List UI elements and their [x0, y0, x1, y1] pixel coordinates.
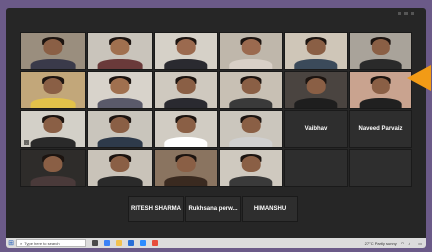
participant-tile[interactable]	[219, 71, 283, 109]
participant-tile-name[interactable]: Rukhsana perw...	[185, 196, 241, 222]
participant-tile[interactable]	[154, 71, 218, 109]
participant-tile[interactable]	[154, 149, 218, 187]
participant-tile[interactable]	[87, 32, 153, 70]
participant-tile[interactable]	[284, 32, 348, 70]
notifications-icon[interactable]: ▭	[418, 241, 422, 246]
pointer-arrow-annotation	[407, 65, 431, 91]
participant-tile[interactable]	[154, 32, 218, 70]
search-icon: ⌕	[20, 240, 23, 246]
mail-icon[interactable]	[128, 240, 134, 246]
participant-tile[interactable]	[20, 32, 86, 70]
windows-start-icon[interactable]: ⊞	[6, 238, 16, 248]
participant-tile[interactable]	[219, 149, 283, 187]
participant-tile-name[interactable]: Vaibhav	[284, 110, 348, 148]
participant-tile[interactable]	[154, 110, 218, 148]
chrome-icon[interactable]	[104, 240, 110, 246]
taskbar-search[interactable]: ⌕ Type here to search	[16, 239, 86, 247]
participant-tile-name[interactable]: RITESH SHARMA	[128, 196, 184, 222]
participant-tile[interactable]	[284, 149, 348, 187]
participant-tile[interactable]	[349, 71, 412, 109]
participant-tile[interactable]	[87, 110, 153, 148]
participant-tile[interactable]	[20, 149, 86, 187]
weather-status[interactable]: 27°C Partly sunny	[365, 241, 397, 246]
network-icon[interactable]: ◠	[401, 241, 405, 246]
participant-name: Rukhsana perw...	[188, 206, 238, 212]
participant-name: HIMANSHU	[253, 206, 287, 212]
participant-tile[interactable]	[87, 71, 153, 109]
window-controls[interactable]	[398, 12, 414, 15]
video-gallery: . Vaibhav Naveed Parvaiz RITESH SHARMA R…	[20, 32, 412, 234]
participant-tile[interactable]	[349, 149, 412, 187]
participant-tile[interactable]	[20, 71, 86, 109]
participant-tile[interactable]: .	[20, 110, 86, 148]
participant-tile[interactable]	[349, 32, 412, 70]
participant-name: RITESH SHARMA	[130, 206, 181, 212]
participant-tile[interactable]	[284, 71, 348, 109]
participant-tile[interactable]	[219, 110, 283, 148]
participant-tile-name[interactable]: HIMANSHU	[242, 196, 298, 222]
volume-icon[interactable]: ♪	[408, 241, 410, 246]
participant-tile[interactable]	[219, 32, 283, 70]
windows-taskbar: ⊞ ⌕ Type here to search 27°C Partly sunn…	[6, 238, 426, 248]
participant-name: Naveed Parvaiz	[358, 126, 403, 132]
app-icon[interactable]	[152, 240, 158, 246]
system-tray: 27°C Partly sunny ◠ ♪ ▭	[365, 241, 426, 246]
participant-tile-name[interactable]: Naveed Parvaiz	[349, 110, 412, 148]
meeting-window: . Vaibhav Naveed Parvaiz RITESH SHARMA R…	[6, 8, 426, 248]
participant-name: Vaibhav	[304, 126, 328, 132]
task-view-icon[interactable]	[92, 240, 98, 246]
taskbar-pinned-apps	[92, 240, 158, 246]
search-placeholder: Type here to search	[24, 240, 60, 246]
participant-tile[interactable]	[87, 149, 153, 187]
file-explorer-icon[interactable]	[116, 240, 122, 246]
zoom-icon[interactable]	[140, 240, 146, 246]
